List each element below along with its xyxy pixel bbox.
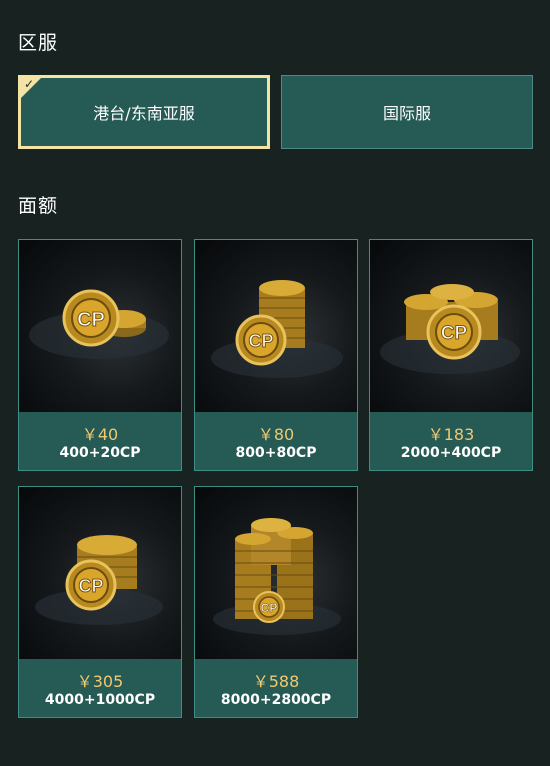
denomination-card[interactable]: CP ￥183 2000+400CP <box>369 239 533 471</box>
price-label: ￥305 <box>76 672 124 691</box>
server-section-title: 区服 <box>18 32 59 54</box>
coin-label: CP <box>248 331 273 351</box>
coin-image: CP <box>19 487 181 659</box>
server-option-label: 港台/东南亚服 <box>93 104 195 123</box>
denomination-card[interactable]: CP ￥80 800+80CP <box>194 239 358 471</box>
coin-label: CP <box>78 576 103 596</box>
coin-image: CP <box>19 240 181 412</box>
server-option-label: 国际服 <box>382 104 431 123</box>
price-label: ￥80 <box>257 425 295 444</box>
denomination-card[interactable]: CP ￥305 4000+1000CP <box>18 486 182 718</box>
cp-amount-label: 4000+1000CP <box>44 692 156 708</box>
server-option-hk-sea[interactable]: ✓ 港台/东南亚服 <box>18 75 270 149</box>
coin-label: CP <box>441 323 468 344</box>
price-label: ￥588 <box>252 672 300 691</box>
coin-label: CP <box>77 309 105 331</box>
denomination-card[interactable]: CP ￥40 400+20CP <box>18 239 182 471</box>
denomination-card[interactable]: CP ￥588 8000+2800CP <box>194 486 358 718</box>
price-label: ￥183 <box>427 425 475 444</box>
cp-amount-label: 400+20CP <box>59 445 141 461</box>
denomination-section-title: 面额 <box>18 195 59 217</box>
cp-amount-label: 800+80CP <box>235 445 317 461</box>
price-label: ￥40 <box>81 425 119 444</box>
coin-image: CP <box>195 240 357 412</box>
cp-amount-label: 2000+400CP <box>400 445 502 461</box>
coin-image: CP <box>195 487 357 659</box>
server-option-international[interactable]: 国际服 <box>281 75 533 149</box>
check-icon: ✓ <box>24 77 35 91</box>
cp-amount-label: 8000+2800CP <box>220 692 332 708</box>
coin-label: CP <box>261 601 278 615</box>
coin-image: CP <box>370 240 532 412</box>
